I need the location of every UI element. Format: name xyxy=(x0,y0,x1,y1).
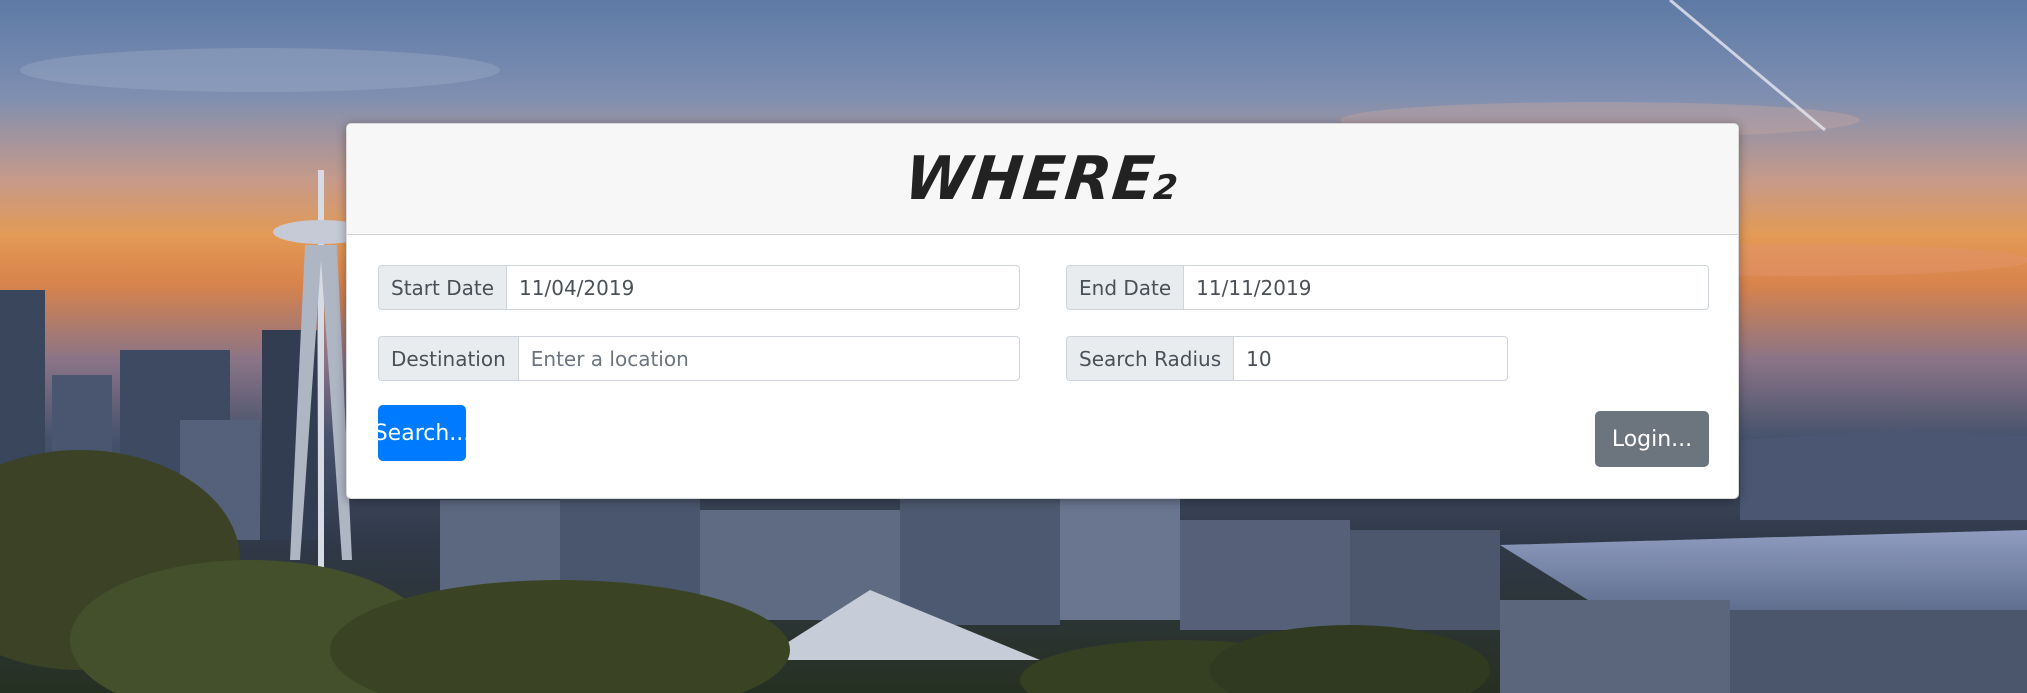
brand-logo: WHERE2 xyxy=(902,144,1184,214)
start-date-label: Start Date xyxy=(378,265,507,310)
brand-suffix: 2 xyxy=(1151,168,1181,208)
search-card: WHERE2 Start Date End Date Destination S… xyxy=(346,123,1739,499)
end-date-label: End Date xyxy=(1066,265,1184,310)
destination-input[interactable] xyxy=(517,336,1020,381)
end-date-group: End Date xyxy=(1066,265,1709,310)
destination-group: Destination xyxy=(378,336,1020,381)
search-radius-group: Search Radius xyxy=(1066,336,1509,381)
search-button[interactable]: Search... xyxy=(374,405,470,461)
destination-label: Destination xyxy=(378,336,518,381)
brand-title: WHERE xyxy=(901,144,1159,214)
start-date-field[interactable] xyxy=(506,265,1020,310)
search-radius-label: Search Radius xyxy=(1066,336,1234,381)
login-button[interactable]: Login... xyxy=(1595,411,1709,467)
card-header: WHERE2 xyxy=(347,124,1738,235)
end-date-field[interactable] xyxy=(1183,265,1709,310)
start-date-group: Start Date xyxy=(378,265,1020,310)
search-radius-field[interactable] xyxy=(1233,336,1509,381)
